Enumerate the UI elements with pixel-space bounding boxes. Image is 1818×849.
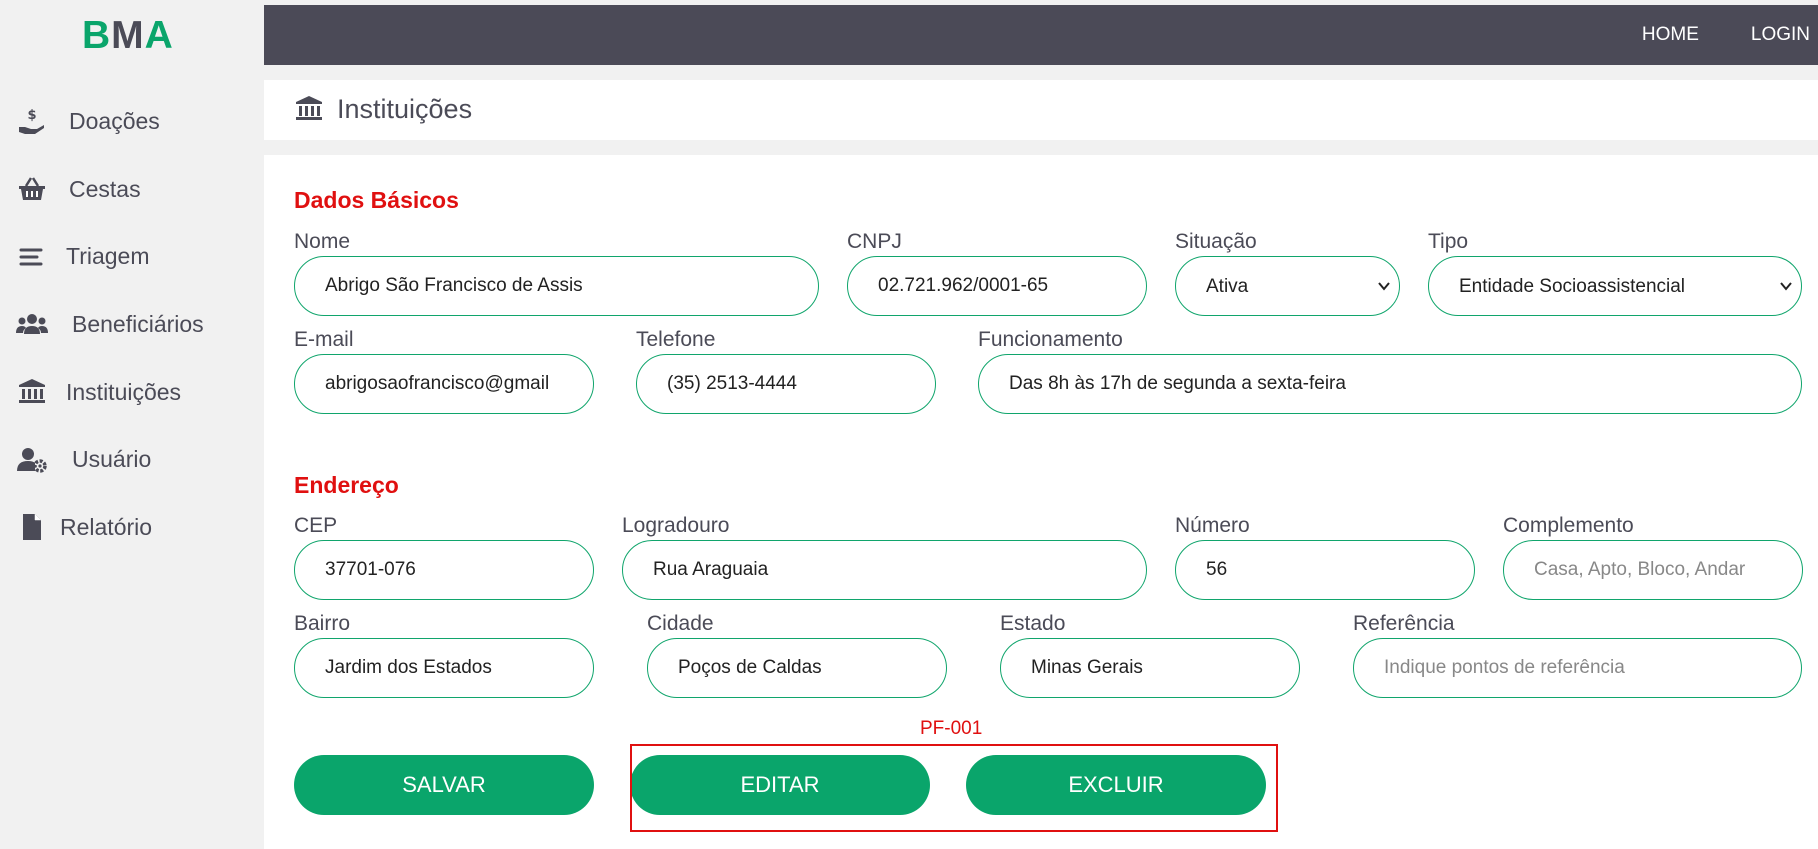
referencia-label: Referência [1353, 612, 1455, 635]
bairro-input[interactable] [294, 638, 594, 698]
sidebar-item-instituicoes[interactable]: Instituições [0, 358, 264, 426]
page-header: Instituições [264, 80, 1818, 140]
sidebar-item-cestas[interactable]: Cestas [0, 156, 264, 224]
cep-label: CEP [294, 514, 338, 537]
home-link[interactable]: HOME [1642, 24, 1699, 46]
funcionamento-label: Funcionamento [978, 328, 1123, 351]
section-title-basic: Dados Básicos [294, 187, 459, 213]
logradouro-input[interactable] [622, 540, 1147, 600]
list-lines-icon [16, 241, 48, 273]
sidebar-item-doacoes[interactable]: $ Doações [0, 88, 264, 156]
annotation-box [630, 744, 1278, 832]
brand-letter-a: A [144, 14, 174, 57]
cnpj-label: CNPJ [847, 230, 902, 253]
sidebar-item-label: Doações [69, 108, 160, 135]
telefone-input[interactable] [636, 354, 936, 414]
annotation-label: PF-001 [920, 718, 983, 739]
top-navbar: HOME LOGIN [264, 5, 1818, 65]
page-title: Instituições [337, 94, 473, 124]
sidebar-item-label: Relatório [60, 513, 153, 540]
situacao-select[interactable]: Ativa [1175, 256, 1400, 316]
complemento-input[interactable] [1503, 540, 1803, 600]
funcionamento-input[interactable] [978, 354, 1802, 414]
numero-label: Número [1175, 514, 1250, 537]
users-icon [16, 309, 48, 341]
sidebar-item-label: Cestas [69, 175, 141, 202]
referencia-input[interactable] [1353, 638, 1802, 698]
salvar-button[interactable]: SALVAR [294, 755, 594, 815]
sidebar: BMA $ Doações Cestas Triagem Beneficiári… [0, 0, 264, 849]
brand-letter-m: M [111, 14, 145, 57]
tipo-select[interactable]: Entidade Socioassistencial [1428, 256, 1802, 316]
sidebar-item-relatorio[interactable]: Relatório [0, 494, 264, 562]
email-input[interactable] [294, 354, 594, 414]
nome-label: Nome [294, 230, 351, 253]
top-nav-links: HOME LOGIN [1642, 5, 1818, 65]
logradouro-label: Logradouro [622, 514, 730, 537]
institution-icon [16, 376, 48, 408]
cnpj-input[interactable] [847, 256, 1147, 316]
brand-logo[interactable]: BMA [82, 14, 174, 58]
numero-input[interactable] [1175, 540, 1475, 600]
estado-input[interactable] [1000, 638, 1300, 698]
sidebar-nav: $ Doações Cestas Triagem Beneficiários I… [0, 88, 264, 561]
file-icon [16, 511, 48, 543]
hand-holding-dollar-icon: $ [16, 106, 48, 138]
complemento-label: Complemento [1503, 514, 1634, 537]
cidade-input[interactable] [647, 638, 947, 698]
cep-input[interactable] [294, 540, 594, 600]
sidebar-item-usuario[interactable]: Usuário [0, 426, 264, 494]
login-link[interactable]: LOGIN [1751, 24, 1810, 46]
telefone-label: Telefone [636, 328, 716, 351]
institution-icon [294, 94, 324, 129]
tipo-label: Tipo [1428, 230, 1469, 253]
estado-label: Estado [1000, 612, 1066, 635]
sidebar-item-label: Instituições [66, 378, 182, 405]
section-title-address: Endereço [294, 472, 399, 498]
bairro-label: Bairro [294, 612, 351, 635]
sidebar-item-triagem[interactable]: Triagem [0, 223, 264, 291]
nome-input[interactable] [294, 256, 819, 316]
cidade-label: Cidade [647, 612, 714, 635]
brand-letter-b: B [82, 14, 112, 57]
situacao-label: Situação [1175, 230, 1257, 253]
svg-text:$: $ [27, 108, 36, 123]
email-label: E-mail [294, 328, 354, 351]
sidebar-item-beneficiarios[interactable]: Beneficiários [0, 291, 264, 359]
sidebar-item-label: Beneficiários [72, 311, 204, 338]
user-gear-icon [16, 444, 48, 476]
basket-icon [16, 173, 48, 205]
sidebar-item-label: Usuário [72, 446, 152, 473]
sidebar-item-label: Triagem [66, 243, 150, 270]
